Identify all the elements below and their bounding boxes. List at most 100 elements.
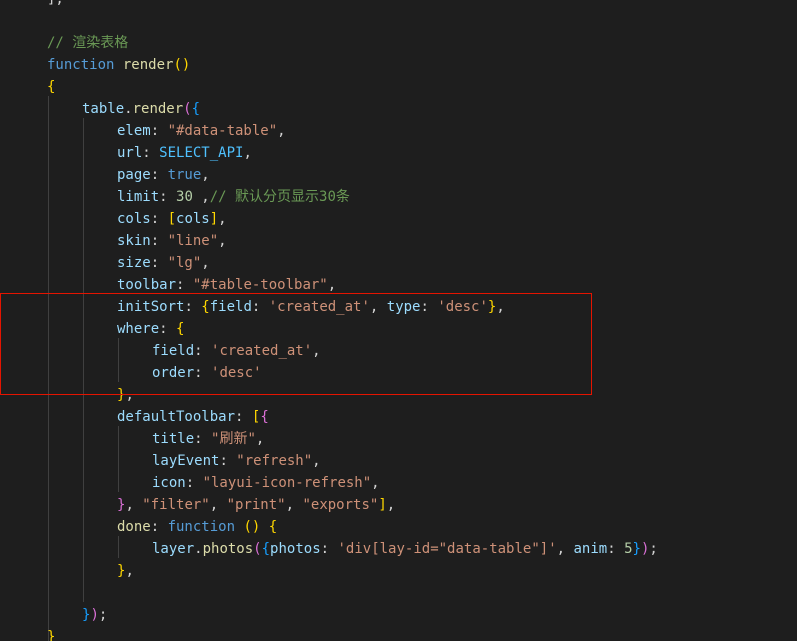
code-token: 30 [319, 189, 336, 205]
code-token: 'created_at' [211, 343, 313, 359]
code-token: : [235, 409, 252, 425]
code-token: ( [183, 101, 192, 117]
code-token: elem [117, 123, 151, 139]
code-token: , [209, 497, 227, 513]
code-line[interactable]: toolbar: "#table-toolbar", [117, 274, 336, 296]
code-token: 刷新 [219, 431, 248, 447]
code-line[interactable]: icon: "layui-icon-refresh", [152, 472, 380, 494]
indent-guide [118, 536, 119, 558]
code-line[interactable]: } [47, 626, 55, 641]
code-line[interactable]: }, [117, 560, 134, 582]
code-token: : [184, 299, 202, 315]
code-editor[interactable]: ],// 渲染表格function render(){table.render(… [0, 0, 797, 641]
code-token: page [117, 167, 151, 183]
code-token: "print" [226, 497, 286, 513]
code-token: { [268, 519, 278, 535]
code-line[interactable]: field: 'created_at', [152, 340, 321, 362]
code-line[interactable]: }); [82, 604, 107, 626]
code-token: , [285, 497, 303, 513]
code-token: // [47, 35, 73, 51]
code-token: : [159, 321, 177, 337]
code-token: , [371, 475, 380, 491]
code-line[interactable]: cols: [cols], [117, 208, 227, 230]
code-token: "#table-toolbar" [192, 277, 328, 293]
code-token: ] [378, 497, 387, 513]
code-token: : [159, 189, 177, 205]
code-token: : [150, 123, 168, 139]
code-line[interactable]: limit: 30 ,// 默认分页显示30条 [117, 186, 350, 208]
code-line[interactable]: function render() [47, 54, 190, 76]
code-token: skin [117, 233, 151, 249]
code-token: , [327, 277, 337, 293]
code-line[interactable]: title: "刷新", [152, 428, 264, 450]
code-token: , [125, 497, 143, 513]
code-token: ], [47, 0, 64, 7]
code-token: 渲染表格 [72, 35, 129, 51]
code-token: : [142, 145, 160, 161]
code-token: , [218, 211, 227, 227]
code-token: " [247, 431, 256, 447]
code-token: 'desc' [211, 365, 262, 381]
code-token: { [260, 409, 269, 425]
code-token: { [191, 101, 201, 117]
code-token: : [320, 541, 338, 557]
code-line[interactable]: url: SELECT_API, [117, 142, 252, 164]
code-line[interactable]: layEvent: "refresh", [152, 450, 321, 472]
code-token: : [150, 167, 168, 183]
code-token: : [607, 541, 625, 557]
code-token: ; [649, 541, 658, 557]
code-line[interactable]: done: function () { [117, 516, 277, 538]
code-token: layer [152, 541, 195, 557]
code-token: : [251, 299, 269, 315]
code-token: 'created_at' [268, 299, 370, 315]
code-token: 'div[lay-id="data-table"]' [337, 541, 557, 557]
code-token: layEvent [152, 453, 220, 469]
code-token: : [150, 211, 168, 227]
code-token: anim [573, 541, 608, 557]
code-line[interactable]: ], [47, 0, 64, 10]
code-token: title [152, 431, 195, 447]
code-line[interactable]: table.render({ [82, 98, 200, 120]
code-line[interactable]: where: { [117, 318, 184, 340]
indent-guide [83, 118, 84, 602]
code-token: "refresh" [236, 453, 313, 469]
code-line[interactable]: defaultToolbar: [{ [117, 406, 269, 428]
code-line[interactable]: }, [117, 384, 134, 406]
code-line[interactable]: elem: "#data-table", [117, 120, 286, 142]
indent-guide [118, 338, 119, 382]
code-line[interactable]: layer.photos({photos: 'div[lay-id="data-… [152, 538, 658, 560]
code-line[interactable]: initSort: {field: 'created_at', type: 'd… [117, 296, 505, 318]
code-token: done [117, 519, 151, 535]
code-token: : [194, 431, 212, 447]
code-token: : [219, 453, 237, 469]
code-token: , [243, 145, 252, 161]
code-line[interactable]: page: true, [117, 164, 210, 186]
code-token: initSort [117, 299, 185, 315]
code-token: } [632, 541, 641, 557]
code-token: icon [152, 475, 186, 491]
code-line[interactable]: skin: "line", [117, 230, 227, 252]
code-token: , [201, 167, 210, 183]
code-token: . [124, 101, 133, 117]
code-token: table [82, 101, 125, 117]
code-line[interactable]: }, "filter", "print", "exports"], [117, 494, 395, 516]
code-token: : [150, 255, 168, 271]
code-token: } [47, 629, 56, 641]
code-token: cols [176, 211, 210, 227]
code-token: true [167, 167, 202, 183]
code-token: "layui-icon-refresh" [202, 475, 372, 491]
code-token: defaultToolbar [117, 409, 236, 425]
code-token: limit [117, 189, 160, 205]
code-token: render [132, 101, 184, 117]
code-token: ( [253, 541, 262, 557]
code-token: "line" [167, 233, 219, 249]
code-line[interactable]: { [47, 76, 55, 98]
code-line[interactable]: order: 'desc' [152, 362, 262, 384]
code-line[interactable]: // 渲染表格 [47, 32, 128, 54]
code-token: , [218, 233, 227, 249]
code-line[interactable]: size: "lg", [117, 252, 210, 274]
code-token: , [192, 189, 210, 205]
code-token: , [201, 255, 210, 271]
